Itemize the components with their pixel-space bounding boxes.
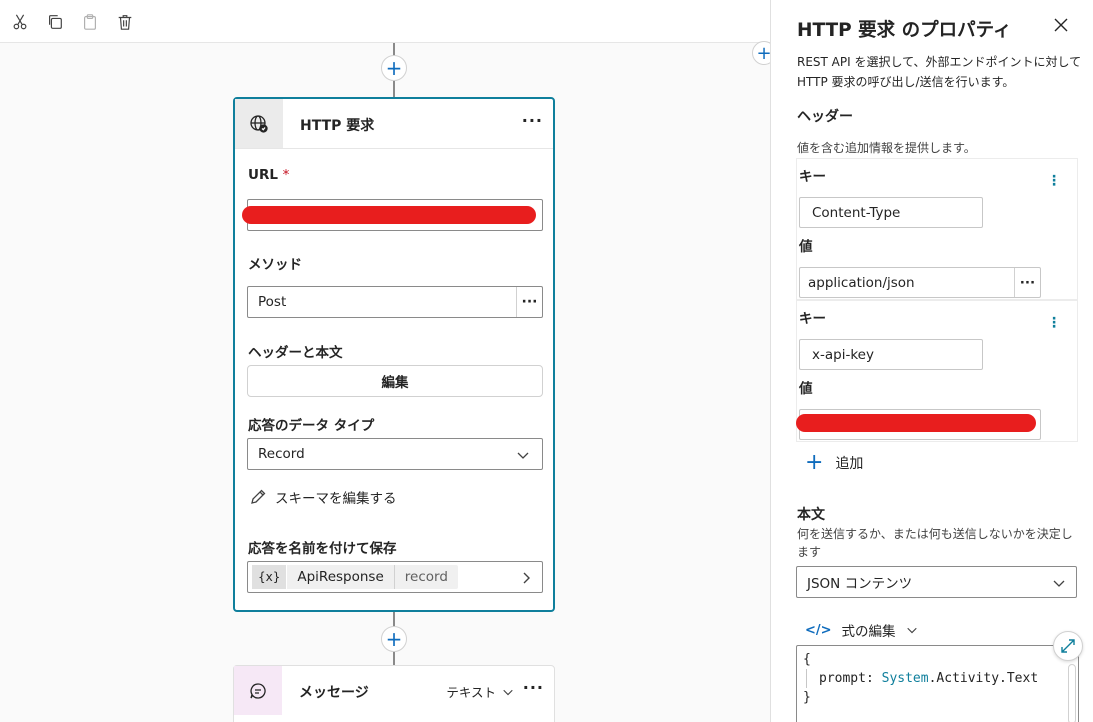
canvas-toolbar bbox=[0, 0, 770, 43]
add-branch-button[interactable]: + bbox=[752, 41, 770, 65]
add-label: 追加 bbox=[835, 456, 864, 472]
paste-button[interactable] bbox=[79, 11, 101, 33]
code-line: prompt: System.Activity.Text bbox=[806, 669, 1072, 688]
header-item: キー ⋮ x-api-key 値 bbox=[796, 300, 1078, 442]
value-label: 値 bbox=[799, 381, 813, 397]
node-more-button[interactable]: ··· bbox=[522, 111, 543, 130]
headers-description: 値を含む追加情報を提供します。 bbox=[797, 141, 976, 155]
add-header-button[interactable]: + 追加 bbox=[805, 452, 863, 474]
node-title: HTTP 要求 bbox=[300, 118, 375, 134]
url-input[interactable] bbox=[242, 199, 543, 231]
scissors-icon bbox=[13, 14, 27, 30]
close-icon[interactable] bbox=[1053, 17, 1069, 33]
key-label: キー bbox=[799, 169, 826, 185]
header-value-text: application/json bbox=[808, 274, 915, 291]
body-type-select[interactable]: JSON コンテンツ bbox=[796, 566, 1077, 598]
copy-button[interactable] bbox=[44, 11, 66, 33]
expression-label: 式の編集 bbox=[841, 624, 896, 640]
chevron-down-icon bbox=[1053, 580, 1065, 587]
plus-icon: + bbox=[805, 450, 824, 475]
chevron-right-icon bbox=[523, 572, 530, 584]
edit-button[interactable]: 編集 bbox=[247, 365, 543, 397]
value-label: 値 bbox=[799, 239, 813, 255]
key-label: キー bbox=[799, 311, 826, 327]
header-value-input[interactable]: application/json ··· bbox=[799, 267, 1041, 298]
delete-button[interactable] bbox=[114, 11, 136, 33]
chevron-down-icon bbox=[517, 452, 529, 459]
http-request-node[interactable]: HTTP 要求 ··· URL * メソッド Post ··· ヘッダーと本文 … bbox=[233, 97, 555, 612]
message-node[interactable]: メッセージ テキスト ··· bbox=[233, 665, 555, 722]
body-description: 何を送信するか、または何も送信しないかを決定します bbox=[797, 527, 1073, 559]
headers-body-label: ヘッダーと本文 bbox=[248, 345, 343, 361]
globe-icon bbox=[235, 99, 283, 148]
chevron-down-icon bbox=[503, 689, 513, 695]
body-heading: 本文 bbox=[797, 507, 825, 523]
edit-schema-text: スキーマを編集する bbox=[275, 491, 397, 507]
method-label: メソッド bbox=[248, 257, 302, 273]
panel-title: HTTP 要求 のプロパティ bbox=[797, 20, 1012, 41]
response-variable-picker[interactable]: {x} ApiResponse record bbox=[247, 561, 543, 593]
chat-icon bbox=[234, 666, 282, 715]
editor-scrollbar[interactable] bbox=[1068, 664, 1076, 722]
code-line: } bbox=[803, 690, 811, 705]
headers-heading: ヘッダー bbox=[797, 109, 853, 125]
method-value: Post bbox=[258, 294, 287, 310]
add-node-button[interactable]: + bbox=[381, 55, 407, 81]
clipboard-icon bbox=[84, 14, 96, 30]
panel-description: REST API を選択して、外部エンドポイントに対して HTTP 要求の呼び出… bbox=[797, 55, 1082, 89]
response-type-select[interactable]: Record bbox=[247, 438, 543, 470]
node-header: HTTP 要求 ··· bbox=[235, 99, 553, 149]
trash-icon bbox=[118, 15, 132, 30]
expand-editor-button[interactable] bbox=[1053, 631, 1083, 661]
message-node-title: メッセージ bbox=[299, 685, 369, 701]
chevron-down-icon bbox=[906, 627, 917, 634]
variable-name: ApiResponse bbox=[297, 569, 384, 585]
variable-type: record bbox=[393, 565, 458, 589]
message-type-select[interactable]: テキスト bbox=[446, 682, 514, 701]
url-label: URL * bbox=[248, 167, 290, 183]
redaction-mark bbox=[796, 414, 1036, 432]
header-key-input[interactable]: x-api-key bbox=[799, 339, 983, 370]
message-type-value: テキスト bbox=[446, 685, 496, 700]
variable-icon: {x} bbox=[252, 565, 288, 589]
variable-chip: {x} ApiResponse record bbox=[252, 565, 458, 589]
expression-editor[interactable]: { prompt: System.Activity.Text } bbox=[796, 645, 1079, 722]
add-node-button[interactable]: + bbox=[381, 626, 407, 652]
response-type-value: Record bbox=[258, 446, 305, 462]
code-icon: </> bbox=[805, 622, 832, 638]
header-item: キー ⋮ Content-Type 値 application/json ··· bbox=[796, 158, 1078, 300]
value-more-button[interactable]: ··· bbox=[1014, 268, 1040, 297]
expand-icon bbox=[1061, 639, 1075, 653]
method-more-button[interactable]: ··· bbox=[516, 287, 542, 317]
header-key-input[interactable]: Content-Type bbox=[799, 197, 983, 228]
header-value-input[interactable] bbox=[796, 409, 1041, 440]
expression-edit-toggle[interactable]: </> 式の編集 bbox=[805, 620, 918, 640]
header-item-menu-button[interactable]: ⋮ bbox=[1047, 316, 1061, 330]
flow-canvas[interactable]: + + HTTP 要求 ··· URL * メソッド Post ··· ヘッダー… bbox=[0, 0, 770, 722]
copy-icon bbox=[49, 15, 62, 29]
response-type-label: 応答のデータ タイプ bbox=[248, 418, 375, 434]
code-line: { bbox=[803, 652, 811, 667]
cut-button[interactable] bbox=[9, 11, 31, 33]
edit-schema-link[interactable]: スキーマを編集する bbox=[249, 487, 397, 507]
message-more-button[interactable]: ··· bbox=[523, 678, 544, 697]
body-type-value: JSON コンテンツ bbox=[807, 576, 913, 592]
pencil-icon bbox=[251, 489, 266, 504]
method-input[interactable]: Post ··· bbox=[247, 286, 543, 318]
save-response-label: 応答を名前を付けて保存 bbox=[248, 541, 397, 557]
redaction-mark bbox=[242, 206, 536, 224]
header-item-menu-button[interactable]: ⋮ bbox=[1047, 174, 1061, 188]
properties-panel: HTTP 要求 のプロパティ REST API を選択して、外部エンドポイントに… bbox=[770, 0, 1093, 722]
